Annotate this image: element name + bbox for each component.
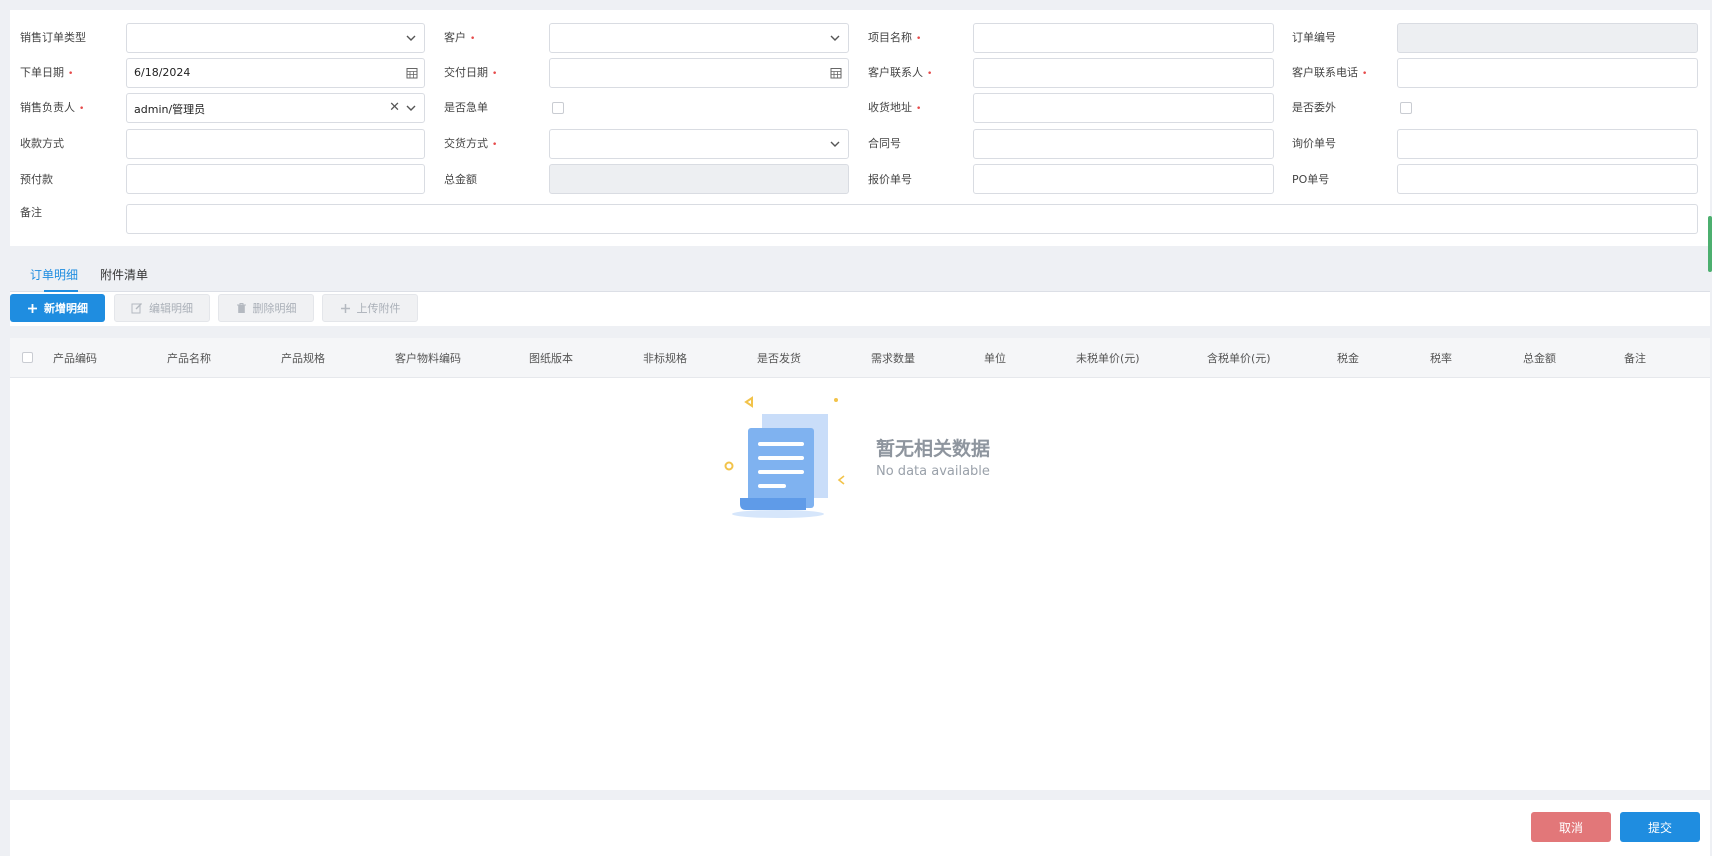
- cancel-button[interactable]: 取消: [1531, 812, 1611, 842]
- contract-no-label: 合同号: [868, 137, 901, 150]
- trash-icon: [236, 303, 246, 313]
- remark-input[interactable]: [126, 204, 1698, 234]
- outsource-checkbox[interactable]: [1400, 102, 1412, 114]
- inquiry-no-input[interactable]: [1397, 129, 1698, 159]
- submit-button[interactable]: 提交: [1620, 812, 1700, 842]
- order-date-picker[interactable]: 6/18/2024: [126, 58, 425, 88]
- payment-method-label: 收款方式: [20, 137, 64, 150]
- detail-table-header: 产品编码 产品名称 产品规格 客户物料编码 图纸版本 非标规格 是否发货 需求数…: [10, 338, 1710, 378]
- total-amount-input: [549, 164, 849, 194]
- prepayment-input[interactable]: [126, 164, 425, 194]
- column-header[interactable]: 含税单价(元): [1207, 350, 1271, 366]
- customer-label: 客户 •: [444, 31, 476, 44]
- detail-tabs: 订单明细 附件清单: [10, 258, 1710, 292]
- prepayment-label: 预付款: [20, 173, 53, 186]
- column-header[interactable]: 产品编码: [53, 350, 97, 366]
- column-header[interactable]: 税率: [1430, 350, 1452, 366]
- column-header[interactable]: 产品名称: [167, 350, 211, 366]
- empty-state-subtitle: No data available: [876, 464, 990, 479]
- add-detail-label: 新增明细: [44, 302, 88, 315]
- total-amount-label: 总金额: [444, 173, 477, 186]
- select-all-checkbox[interactable]: [22, 352, 33, 363]
- ship-address-input[interactable]: [973, 93, 1274, 123]
- urgent-checkbox[interactable]: [552, 102, 564, 114]
- column-header[interactable]: 税金: [1337, 350, 1359, 366]
- contract-no-input[interactable]: [973, 129, 1274, 159]
- empty-state-title: 暂无相关数据: [876, 438, 991, 460]
- project-name-label: 项目名称 •: [868, 31, 922, 44]
- customer-select[interactable]: [549, 23, 849, 53]
- calendar-icon: [830, 68, 842, 79]
- tab-order-details[interactable]: 订单明细: [30, 266, 78, 283]
- delivery-method-label: 交货方式 •: [444, 137, 498, 150]
- column-header[interactable]: 客户物料编码: [395, 350, 461, 366]
- chevron-down-icon: [830, 35, 840, 41]
- quote-no-label: 报价单号: [868, 173, 912, 186]
- empty-document-illustration: [724, 396, 845, 518]
- upload-attachment-button[interactable]: 上传附件: [322, 294, 418, 322]
- plus-icon: [340, 303, 350, 313]
- customer-contact-input[interactable]: [973, 58, 1274, 88]
- column-header[interactable]: 备注: [1624, 350, 1646, 366]
- detail-table-body: [10, 378, 1710, 790]
- order-type-label: 销售订单类型: [20, 31, 86, 44]
- order-date-label: 下单日期 •: [20, 66, 74, 79]
- delivery-method-select[interactable]: [549, 129, 849, 159]
- customer-phone-label: 客户联系电话 •: [1292, 66, 1368, 79]
- chevron-down-icon: [406, 35, 416, 41]
- edit-detail-button[interactable]: 编辑明细: [114, 294, 210, 322]
- order-no-input: [1397, 23, 1698, 53]
- column-header[interactable]: 总金额: [1523, 350, 1556, 366]
- column-header[interactable]: 未税单价(元): [1076, 350, 1140, 366]
- remark-label: 备注: [20, 206, 42, 219]
- chevron-down-icon: [406, 105, 416, 111]
- plus-icon: [28, 303, 37, 313]
- order-type-select[interactable]: [126, 23, 425, 53]
- payment-method-input[interactable]: [126, 129, 425, 159]
- order-no-label: 订单编号: [1292, 31, 1336, 44]
- column-header[interactable]: 非标规格: [643, 350, 687, 366]
- delete-detail-button[interactable]: 删除明细: [218, 294, 314, 322]
- customer-phone-input[interactable]: [1397, 58, 1698, 88]
- add-detail-button[interactable]: 新增明细: [10, 294, 105, 322]
- customer-contact-label: 客户联系人 •: [868, 66, 933, 79]
- delivery-date-label: 交付日期 •: [444, 66, 498, 79]
- sales-person-select[interactable]: admin/管理员 ✕: [126, 93, 425, 123]
- po-no-input[interactable]: [1397, 164, 1698, 194]
- edit-detail-label: 编辑明细: [149, 302, 193, 315]
- upload-attachment-label: 上传附件: [356, 302, 401, 315]
- inquiry-no-label: 询价单号: [1292, 137, 1336, 150]
- clear-icon[interactable]: ✕: [389, 100, 400, 116]
- column-header[interactable]: 产品规格: [281, 350, 325, 366]
- column-header[interactable]: 单位: [984, 350, 1006, 366]
- form-footer: 取消 提交: [10, 800, 1710, 856]
- quote-no-input[interactable]: [973, 164, 1274, 194]
- outsource-label: 是否委外: [1292, 101, 1336, 114]
- ship-address-label: 收货地址 •: [868, 101, 922, 114]
- delivery-date-picker[interactable]: [549, 58, 849, 88]
- column-header[interactable]: 需求数量: [871, 350, 915, 366]
- urgent-label: 是否急单: [444, 101, 488, 114]
- chevron-down-icon: [830, 141, 840, 147]
- edit-icon: [131, 303, 142, 314]
- calendar-icon: [406, 68, 418, 79]
- sales-person-label: 销售负责人 •: [20, 101, 85, 114]
- detail-toolbar: 新增明细 编辑明细 删除明细 上传附件: [10, 292, 1710, 326]
- column-header[interactable]: 是否发货: [757, 350, 801, 366]
- column-header[interactable]: 图纸版本: [529, 350, 573, 366]
- tab-attachments[interactable]: 附件清单: [100, 266, 148, 283]
- project-name-input[interactable]: [973, 23, 1274, 53]
- delete-detail-label: 删除明细: [252, 302, 297, 315]
- po-no-label: PO单号: [1292, 173, 1330, 186]
